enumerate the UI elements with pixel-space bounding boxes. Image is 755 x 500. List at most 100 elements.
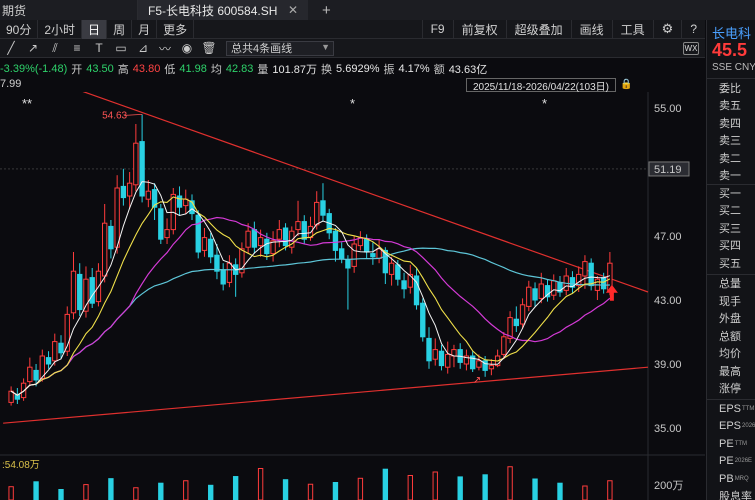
amount-label: 额: [433, 63, 445, 76]
settings-icon[interactable]: ⚙: [652, 19, 682, 39]
candle-body: [295, 221, 301, 231]
trash-icon[interactable]: 🗑: [198, 39, 220, 58]
candle-body: [395, 264, 401, 280]
volume-bar: [432, 471, 438, 500]
period-label: 周: [113, 22, 126, 37]
order-book-row: 卖五: [719, 100, 741, 113]
f9-button[interactable]: F9: [421, 19, 453, 39]
order-book-row: 委比: [719, 82, 741, 95]
measure-tool-icon[interactable]: ⊿: [132, 39, 154, 58]
y-tick-label: 55.00: [654, 103, 682, 115]
financial-label: PE: [719, 437, 734, 450]
tab-futures[interactable]: 期货: [0, 0, 138, 20]
stock-price: 45.5: [712, 40, 748, 60]
candle-body: [501, 336, 507, 355]
volume-tick-label: 200万: [654, 480, 683, 492]
star-marker: *: [542, 96, 547, 111]
volume-bar: [307, 483, 314, 500]
volume-bar: [58, 489, 64, 500]
candle-body: [214, 254, 220, 272]
line-tool-icon[interactable]: ╱: [0, 39, 22, 58]
wx-icon[interactable]: WX: [683, 41, 699, 55]
text-tool-icon[interactable]: T: [88, 39, 110, 58]
candle-body: [476, 360, 482, 368]
financial-label: PE: [719, 455, 734, 468]
candle-body: [370, 253, 376, 258]
stat-row: 外盘: [719, 313, 741, 326]
stat-row: 总量: [719, 278, 741, 291]
candle-body: [27, 366, 33, 383]
add-tab-icon[interactable]: +: [322, 2, 331, 19]
candle-body: [176, 195, 183, 208]
candlestick-chart[interactable]: 55.0051.1947.0043.0039.0035.0054.63** * *↗…: [0, 92, 705, 500]
candle-body: [388, 262, 395, 275]
candle-body: [139, 141, 145, 197]
candle-body: [401, 280, 407, 290]
candle-body: [376, 248, 382, 259]
help-icon[interactable]: ?: [681, 19, 705, 39]
f9-label: F9: [430, 22, 445, 36]
overlay-button[interactable]: 超级叠加: [505, 19, 571, 39]
volume-bar: [482, 474, 488, 500]
period-week[interactable]: 周: [107, 19, 133, 39]
tools-button[interactable]: 工具: [611, 19, 653, 39]
candle-body: [201, 237, 208, 251]
volume-bar: [357, 477, 364, 500]
line-count-select[interactable]: 总共4条画线 ▼: [226, 40, 334, 56]
chart-background: [0, 92, 705, 500]
draw-line-button[interactable]: 画线: [570, 19, 612, 39]
candle-body: [538, 283, 544, 299]
candle-body: [488, 365, 495, 370]
candle-body: [445, 353, 451, 368]
line-count-label: 总共4条画线: [231, 43, 293, 55]
period-2hour[interactable]: 2小时: [38, 19, 83, 39]
star-marker: *: [350, 96, 355, 111]
candle-body: [351, 243, 357, 267]
quote-side-panel: 长电科 45.5 SSE CNY 委比 卖五 卖四 卖三 卖二 卖一 买一 买二 买三 买四 买五 …: [706, 20, 755, 500]
ma-value: 7.99: [0, 78, 22, 90]
financial-label: EPS: [719, 402, 742, 415]
close-icon[interactable]: ✕: [288, 3, 298, 17]
candle-body: [226, 262, 233, 283]
channel-tool-icon[interactable]: ⫽: [44, 39, 66, 58]
order-book-row: 买五: [719, 257, 741, 270]
lock-icon[interactable]: 🔒: [620, 79, 632, 91]
avg-value: 42.83: [225, 62, 254, 75]
period-more[interactable]: 更多: [157, 19, 195, 39]
volume-bar: [532, 478, 538, 500]
candle-body: [33, 369, 39, 381]
candle-body: [363, 238, 370, 253]
period-month[interactable]: 月: [132, 19, 158, 39]
financial-suffix: TTM: [734, 440, 748, 447]
candle-body: [345, 259, 351, 269]
candle-body: [314, 201, 320, 226]
ray-tool-icon[interactable]: ↗: [22, 39, 44, 58]
financial-label: PB: [719, 472, 734, 485]
tab-active-stock[interactable]: F5-长电科技 600584.SH ✕: [138, 0, 308, 20]
tools-label: 工具: [620, 22, 645, 37]
volume-bar: [582, 485, 588, 500]
candle-body: [432, 349, 438, 360]
stat-row: 均价: [719, 348, 741, 361]
volume-bar: [232, 476, 239, 500]
shape-tool-icon[interactable]: ▭: [110, 39, 132, 58]
stats-list: 总量 现手 外盘 总额 均价 最高 涨停: [707, 273, 755, 398]
low-value: 41.98: [179, 62, 207, 75]
volume-bar: [282, 479, 289, 500]
fib-tool-icon[interactable]: ≡: [66, 39, 88, 58]
adjust-button[interactable]: 前复权: [452, 19, 506, 39]
candle-body: [438, 350, 445, 367]
order-book-row: 卖四: [719, 117, 741, 130]
financial-row: EPS TTM: [707, 400, 755, 418]
period-90min[interactable]: 90分: [0, 19, 39, 39]
date-range-badge[interactable]: 2025/11/18-2026/04/22(103日): [466, 78, 616, 93]
candle-body: [58, 342, 64, 354]
eye-icon[interactable]: ◉: [176, 39, 198, 58]
stat-row: 最高: [719, 365, 741, 378]
chevron-down-icon: ▼: [321, 41, 330, 52]
period-label: 90分: [6, 22, 32, 37]
candle-body: [282, 227, 289, 247]
pattern-tool-icon[interactable]: 〰: [154, 39, 176, 58]
period-day[interactable]: 日: [82, 19, 108, 39]
candle-body: [532, 288, 538, 301]
